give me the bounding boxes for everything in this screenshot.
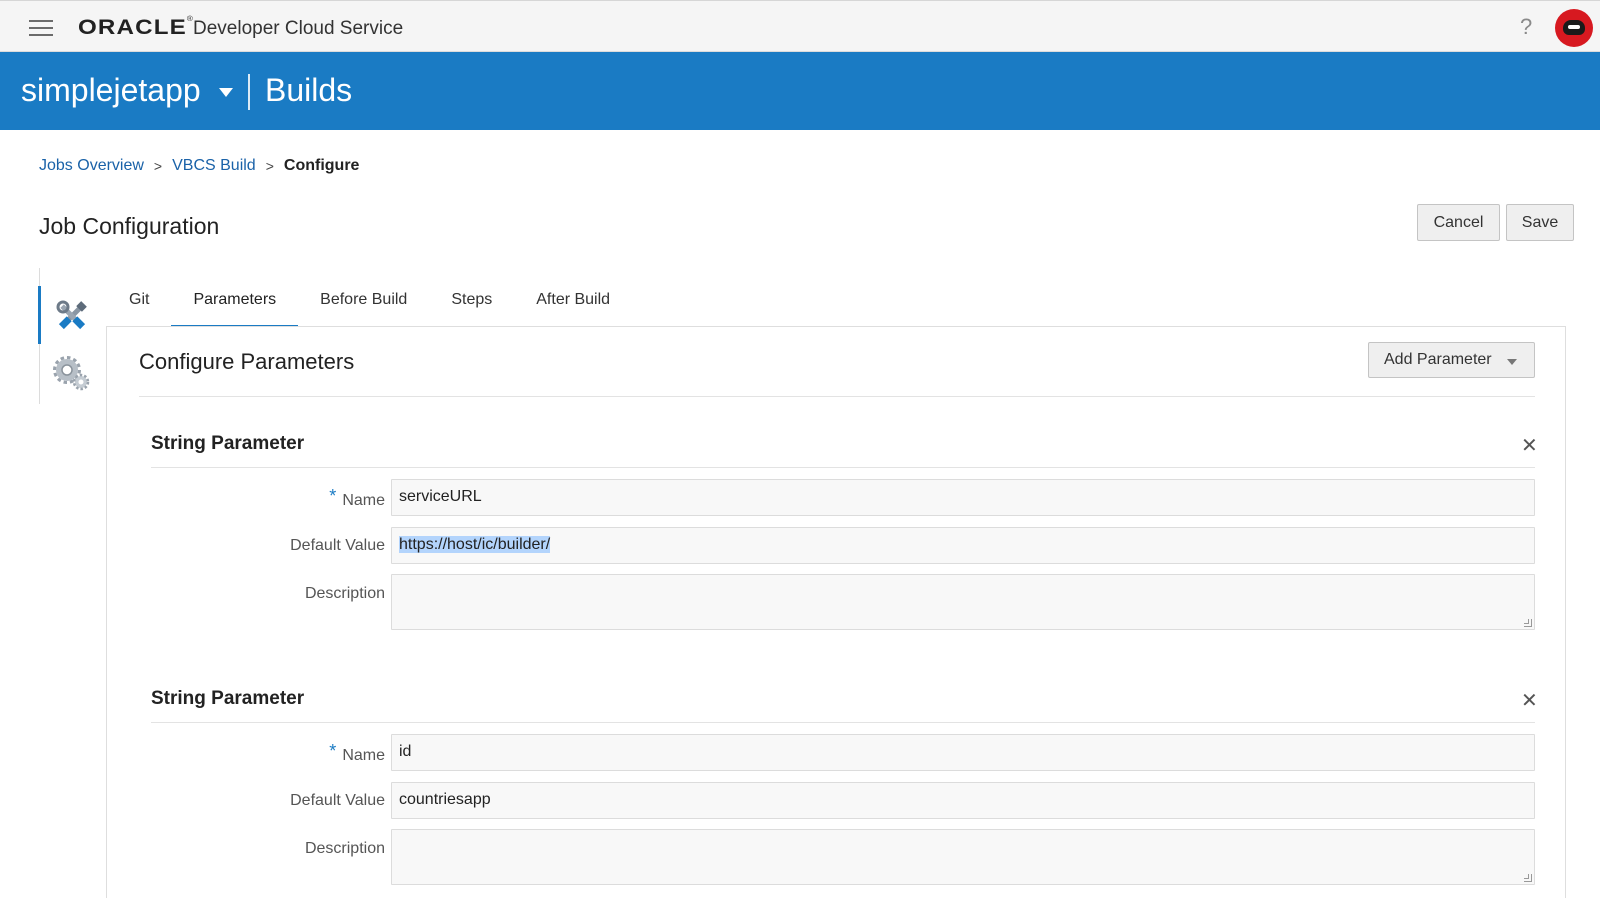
tools-icon	[56, 300, 87, 330]
description-label: Description	[304, 840, 385, 857]
parameter-type-title: String Parameter	[151, 433, 305, 454]
cancel-button[interactable]: Cancel	[1417, 204, 1500, 241]
required-marker: *	[329, 486, 337, 506]
dropdown-arrow-icon	[1507, 359, 1517, 365]
config-tabs: Git Parameters Before Build Steps After …	[107, 282, 632, 328]
breadcrumb-current: Configure	[283, 157, 360, 174]
description-textarea[interactable]	[391, 829, 1535, 885]
side-tab-configure[interactable]	[38, 286, 100, 344]
oracle-logo: ORACLE®	[78, 16, 194, 39]
avatar-eyes-icon	[1568, 25, 1580, 29]
required-marker: *	[329, 741, 337, 761]
description-textarea[interactable]	[391, 574, 1535, 630]
hamburger-menu-icon[interactable]	[29, 20, 53, 36]
default-value-field[interactable]: countriesapp	[391, 782, 1535, 819]
name-field[interactable]: serviceURL	[391, 479, 1535, 516]
save-button[interactable]: Save	[1506, 204, 1574, 241]
name-field[interactable]: id	[391, 734, 1535, 771]
add-parameter-label: Add Parameter	[1384, 351, 1492, 368]
project-header: simplejetapp Builds	[0, 52, 1600, 130]
help-icon[interactable]: ?	[1520, 14, 1532, 40]
divider	[151, 467, 1535, 468]
breadcrumb-jobs-overview[interactable]: Jobs Overview	[39, 157, 144, 175]
breadcrumb: Jobs Overview > VBCS Build > Configure	[39, 157, 359, 175]
chevron-right-icon: >	[153, 158, 163, 174]
breadcrumb-vbcs-build[interactable]: VBCS Build	[172, 157, 256, 175]
close-icon[interactable]: ✕	[1521, 688, 1538, 713]
tab-before-build[interactable]: Before Build	[298, 282, 429, 328]
default-value-label: Default Value	[290, 537, 385, 554]
default-value-label: Default Value	[290, 792, 385, 809]
close-icon[interactable]: ✕	[1521, 433, 1538, 458]
tab-after-build[interactable]: After Build	[514, 282, 632, 328]
project-name-selector[interactable]: simplejetapp	[21, 72, 201, 109]
caret-down-icon[interactable]	[219, 88, 233, 97]
default-value-field[interactable]: https://host/ic/builder/	[391, 527, 1535, 564]
name-label: * Name	[329, 741, 385, 764]
section-title: Builds	[265, 72, 353, 108]
gears-icon	[53, 356, 90, 391]
header-divider	[248, 74, 250, 110]
name-label: * Name	[329, 486, 385, 509]
parameters-panel: Configure Parameters Add Parameter Strin…	[106, 326, 1566, 898]
side-tab-strip	[38, 268, 102, 404]
divider	[139, 396, 1535, 397]
user-avatar[interactable]	[1555, 9, 1593, 47]
page-title: Job Configuration	[39, 213, 220, 239]
chevron-right-icon: >	[265, 158, 274, 174]
resize-handle-icon[interactable]	[1524, 874, 1532, 882]
divider	[151, 722, 1535, 723]
tab-parameters[interactable]: Parameters	[171, 282, 298, 328]
description-label: Description	[304, 585, 385, 602]
resize-handle-icon[interactable]	[1524, 619, 1532, 627]
tab-git[interactable]: Git	[107, 282, 171, 328]
product-name: Developer Cloud Service	[193, 18, 404, 39]
add-parameter-button[interactable]: Add Parameter	[1368, 342, 1535, 378]
selected-text: https://host/ic/builder/	[399, 536, 551, 553]
parameter-type-title: String Parameter	[151, 688, 305, 709]
tab-steps[interactable]: Steps	[429, 282, 514, 328]
panel-title: Configure Parameters	[139, 349, 355, 374]
side-tab-settings[interactable]	[40, 344, 102, 402]
top-bar: ORACLE® Developer Cloud Service ?	[0, 0, 1600, 52]
